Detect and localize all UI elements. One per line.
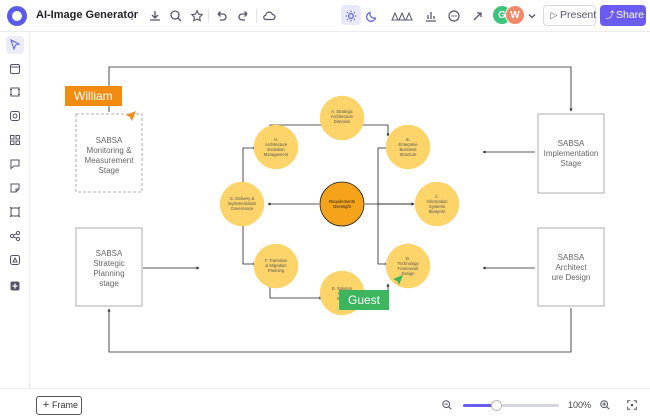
circle-center-label: Requirements Oversight: [322, 199, 362, 209]
cursor-tag-william: William: [65, 86, 122, 106]
circle-h-text: H. Architecture Evolution Management: [263, 137, 289, 157]
box-monitoring-text: SABSA Monitoring & Measurement Stage: [84, 136, 134, 175]
circle-g-label: G. Delivery & Implementation Governance: [220, 196, 264, 211]
circle-g-text: G. Delivery & Implementation Governance: [227, 196, 257, 211]
box-architecture-text: SABSA Architect ure Design: [551, 253, 591, 282]
cursor-pointer-guest-icon: [393, 275, 403, 285]
circle-b-label: B. Enterprise Business Structure: [388, 137, 428, 157]
circle-c-label: C. Information Systems Blueprint: [417, 194, 457, 214]
circle-b-text: B. Enterprise Business Structure: [398, 137, 418, 157]
box-strategic-text: SABSA Strategic Planning stage: [93, 249, 125, 288]
circle-d-text: D. Technology Framework Design: [397, 256, 419, 276]
cursor-pointer-william-icon: [126, 111, 136, 121]
box-implementation-text: SABSA Implementation Stage: [543, 139, 599, 168]
diagram: [75, 66, 605, 353]
app-root: AI-Image Generator ⋮ G W ▷ Present ⤴ Sha…: [0, 0, 650, 420]
add-frame-button[interactable]: + Frame: [36, 396, 82, 415]
circle-h-label: H. Architecture Evolution Management: [256, 137, 296, 157]
zoom-slider[interactable]: [463, 404, 559, 407]
circle-a-label: A. Strategic Architecture Direction: [322, 109, 362, 124]
zoom-level: 100%: [568, 400, 592, 410]
frame-label: Frame: [52, 400, 79, 410]
circle-center-text: Requirements Oversight: [328, 199, 356, 209]
fit-screen-icon[interactable]: [625, 398, 639, 412]
circle-d-label: D. Technology Framework Design: [388, 256, 428, 276]
circle-f-text: F. Transition & Migration Planning: [264, 258, 288, 273]
plus-icon: +: [42, 399, 50, 411]
circle-a-text: A. Strategic Architecture Direction: [330, 109, 354, 124]
zoom-out-icon[interactable]: [440, 398, 454, 412]
circle-c-text: C. Information Systems Blueprint: [426, 194, 448, 214]
zoom-in-icon[interactable]: [598, 398, 612, 412]
box-strategic-label: SABSA Strategic Planning stage: [76, 249, 142, 289]
box-architecture-label: SABSA Architect ure Design: [538, 253, 604, 283]
cursor-tag-guest: Guest: [339, 290, 390, 310]
box-monitoring-label: SABSA Monitoring & Measurement Stage: [76, 136, 142, 176]
box-implementation-label: SABSA Implementation Stage: [538, 139, 604, 169]
circle-f-label: F. Transition & Migration Planning: [256, 258, 296, 273]
